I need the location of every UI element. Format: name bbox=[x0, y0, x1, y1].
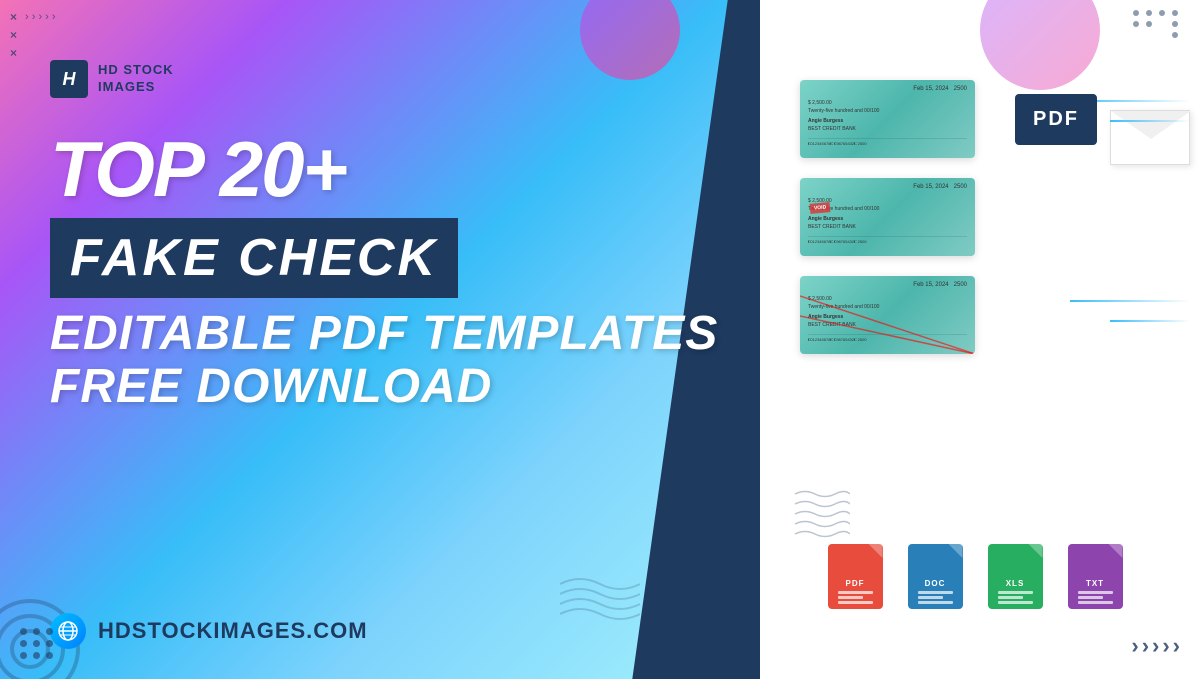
bottom-left: HDSTOCKIMAGES.COM bbox=[50, 613, 368, 649]
check-bank-1: BEST CREDIT BANK bbox=[808, 126, 967, 132]
check-date-1: Feb 15, 2024 2500 bbox=[808, 86, 967, 92]
xls-line-3 bbox=[998, 601, 1033, 604]
txt-line-1 bbox=[1078, 591, 1113, 594]
diagonal-overlay bbox=[800, 276, 975, 354]
txt-line-2 bbox=[1078, 596, 1103, 599]
main-container: × › › › › › × × H HD STOCK IMAGES bbox=[0, 0, 1200, 679]
right-wavy-decoration bbox=[790, 484, 850, 549]
txt-label: TXT bbox=[1086, 579, 1104, 588]
doc-lines bbox=[918, 591, 953, 604]
check-images-area: Feb 15, 2024 2500 $ 2,500.00 Twenty-five… bbox=[800, 80, 1180, 354]
check-2-wrapper: Feb 15, 2024 2500 $ 2,500.00 Twenty-five… bbox=[800, 178, 975, 256]
xls-label: XLS bbox=[1006, 579, 1025, 588]
txt-icon-body: TXT bbox=[1068, 544, 1123, 609]
check-bank-2: BEST CREDIT BANK bbox=[808, 224, 967, 230]
arrow-right-3: › bbox=[1152, 633, 1159, 659]
brand-name-line1: HD STOCK bbox=[98, 62, 174, 79]
check-name-1: Angie Burgess bbox=[808, 118, 967, 124]
check-card-2: Feb 15, 2024 2500 $ 2,500.00 Twenty-five… bbox=[800, 178, 975, 256]
check-card-1: Feb 15, 2024 2500 $ 2,500.00 Twenty-five… bbox=[800, 80, 975, 158]
doc-line-2 bbox=[918, 596, 943, 599]
main-headline: TOP 20+ FAKE CHECK EDITABLE PDF TEMPLATE… bbox=[50, 130, 718, 414]
brand-name-line2: IMAGES bbox=[98, 79, 174, 96]
fake-check-text: FAKE CHECK bbox=[70, 229, 438, 287]
top20-text: TOP 20+ bbox=[50, 130, 718, 208]
pdf-line-3 bbox=[838, 601, 873, 604]
left-section: × › › › › › × × H HD STOCK IMAGES bbox=[0, 0, 760, 679]
logo-box: H bbox=[50, 60, 88, 98]
format-icon-doc: DOC bbox=[903, 544, 968, 619]
check-row-1: Feb 15, 2024 2500 $ 2,500.00 Twenty-five… bbox=[800, 80, 1180, 158]
check-routing-2: ⑆012345678⑆ ⑆98765432⑆ 2500 bbox=[808, 236, 967, 244]
pdf-badge: PDF bbox=[1015, 94, 1097, 145]
doc-line-3 bbox=[918, 601, 953, 604]
doc-label: DOC bbox=[925, 579, 946, 588]
pdf-line-1 bbox=[838, 591, 873, 594]
dots-grid-left bbox=[20, 628, 54, 659]
check-name-2: Angie Burgess bbox=[808, 216, 967, 222]
xls-lines bbox=[998, 591, 1033, 604]
arrows-right: › › › › › bbox=[1131, 633, 1180, 659]
check-card-3: Feb 15, 2024 2500 $ 2,500.00 Twenty-five… bbox=[800, 276, 975, 354]
dots-cluster bbox=[1133, 10, 1180, 38]
format-icon-txt: TXT bbox=[1063, 544, 1128, 619]
check-amount-1: $ 2,500.00 bbox=[808, 100, 967, 106]
xls-line-2 bbox=[998, 596, 1023, 599]
circle-decoration bbox=[580, 0, 680, 80]
check-1-wrapper: Feb 15, 2024 2500 $ 2,500.00 Twenty-five… bbox=[800, 80, 975, 158]
arrow-right-5: › bbox=[1173, 633, 1180, 659]
check-date-2: Feb 15, 2024 2500 bbox=[808, 184, 967, 190]
fake-check-badge: FAKE CHECK bbox=[50, 218, 458, 298]
globe-icon bbox=[50, 613, 86, 649]
pdf-label: PDF bbox=[846, 579, 865, 588]
pdf-icon-body: PDF bbox=[828, 544, 883, 609]
subtitle-text: EDITABLE PDF TEMPLATES FREE DOWNLOAD bbox=[50, 308, 718, 414]
xls-icon-body: XLS bbox=[988, 544, 1043, 609]
check-routing-1: ⑆012345678⑆ ⑆98765432⑆ 2500 bbox=[808, 138, 967, 146]
check-3-wrapper: Feb 15, 2024 2500 $ 2,500.00 Twenty-five… bbox=[800, 276, 975, 354]
x-mark: × bbox=[10, 28, 17, 42]
format-icon-pdf: PDF bbox=[823, 544, 888, 619]
x-mark: × bbox=[10, 10, 17, 24]
format-icon-xls: XLS bbox=[983, 544, 1048, 619]
check-row-3: Feb 15, 2024 2500 $ 2,500.00 Twenty-five… bbox=[800, 276, 1180, 354]
txt-lines bbox=[1078, 591, 1113, 604]
arrow-right-1: › bbox=[1131, 633, 1138, 659]
arrow-marks: › › › › › bbox=[25, 11, 56, 23]
xls-line-1 bbox=[998, 591, 1033, 594]
top-circle-decoration bbox=[980, 0, 1100, 90]
logo-letter: H bbox=[63, 69, 76, 90]
doc-line-1 bbox=[918, 591, 953, 594]
pdf-lines bbox=[838, 591, 873, 604]
check-row-2: Feb 15, 2024 2500 $ 2,500.00 Twenty-five… bbox=[800, 178, 1180, 256]
format-icons-row: PDF DOC bbox=[760, 544, 1190, 619]
logo-area: H HD STOCK IMAGES bbox=[50, 60, 174, 98]
top-right-dots bbox=[1133, 10, 1180, 38]
arrow-right-4: › bbox=[1162, 633, 1169, 659]
check-words-2: Twenty-five hundred and 00/100 bbox=[808, 206, 967, 212]
check-amount-2: $ 2,500.00 bbox=[808, 198, 967, 204]
logo-text: HD STOCK IMAGES bbox=[98, 62, 174, 96]
check-red-stamp: VOID bbox=[810, 202, 831, 214]
right-section: Feb 15, 2024 2500 $ 2,500.00 Twenty-five… bbox=[760, 0, 1200, 679]
x-mark: × bbox=[10, 46, 17, 60]
top-decorations: × › › › › › × × bbox=[10, 10, 56, 60]
doc-icon-body: DOC bbox=[908, 544, 963, 609]
subtitle-line2: FREE DOWNLOAD bbox=[50, 361, 718, 414]
arrow-right-2: › bbox=[1142, 633, 1149, 659]
website-text: HDSTOCKIMAGES.COM bbox=[98, 618, 368, 644]
subtitle-line1: EDITABLE PDF TEMPLATES bbox=[50, 308, 718, 361]
check-words-1: Twenty-five hundred and 00/100 bbox=[808, 108, 967, 114]
pdf-line-2 bbox=[838, 596, 863, 599]
wavy-decoration bbox=[560, 574, 640, 629]
txt-line-3 bbox=[1078, 601, 1113, 604]
